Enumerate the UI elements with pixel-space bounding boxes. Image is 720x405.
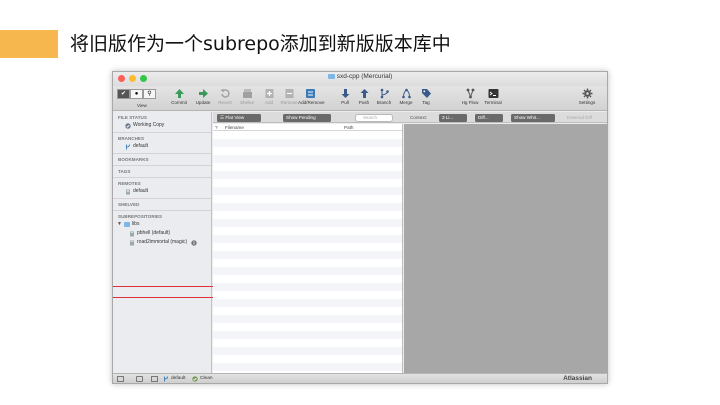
search-input[interactable]: Search: [355, 113, 393, 122]
toolbar-gear-button[interactable]: Settings: [575, 88, 599, 105]
view-toggle[interactable]: ✔ ● ⚲: [117, 89, 156, 99]
sourcetree-window: sxd-cpp (Mercurial) ✔ ● ⚲ View Commit Upd…: [112, 71, 608, 384]
sidebar-heading-branches: BRANCHES: [118, 136, 145, 141]
remove-icon: [285, 89, 293, 98]
context-label: Context:: [410, 114, 428, 120]
sidebar-heading-subrepositories: SUBREPOSITORIES: [118, 214, 163, 219]
sidebar-heading-shelved: SHELVED: [118, 202, 140, 207]
sidebar-item-subrepo-road2immortal[interactable]: road2immortal (magic): [113, 238, 211, 247]
sidebar-toggle-icon[interactable]: [117, 376, 124, 382]
whitespace-dropdown[interactable]: Show Whit...: [511, 113, 555, 122]
branch-icon: [164, 376, 168, 382]
folder-icon: [327, 74, 335, 79]
atlassian-logo: Atlassian: [563, 375, 592, 382]
repository-icon: [130, 231, 134, 236]
log-view-icon[interactable]: ●: [130, 89, 143, 99]
sidebar: FILE STATUS Working Copy BRANCHES defaul…: [113, 112, 220, 373]
check-circle-icon: [125, 122, 131, 129]
merge-icon: [401, 88, 411, 99]
toolbar-button-label: Commit: [171, 100, 187, 105]
hg-flow-icon: [466, 88, 474, 99]
toolbar-terminal-button[interactable]: Terminal: [481, 88, 505, 105]
filename-column-header[interactable]: Filename: [225, 124, 244, 131]
sidebar-item-branch-default[interactable]: default: [113, 142, 211, 151]
highlight-annotation: [113, 286, 220, 298]
toolbar-button-label: Shelve: [239, 100, 255, 105]
folder-icon: [123, 222, 130, 227]
file-list: ? Filename Path: [213, 124, 403, 373]
pull-icon: [341, 89, 349, 98]
status-clean: Clean: [200, 376, 213, 381]
tag-icon: [421, 89, 431, 98]
toolbar-button-label: Settings: [578, 100, 596, 105]
external-diff-button[interactable]: External Diff: [567, 114, 592, 122]
toolbar-button-label: Add/Remove: [298, 100, 325, 105]
toolbar-button-label: Revert: [218, 100, 232, 105]
status-branch: default: [171, 376, 186, 381]
title-accent-bar: [0, 30, 58, 58]
remote-icon: [126, 189, 130, 194]
diff-pane: [404, 124, 607, 373]
view-label: View: [137, 103, 147, 108]
status-bar: default Clean Atlassian: [113, 373, 607, 383]
context-dropdown[interactable]: 3 Li...: [439, 113, 467, 122]
diff-dropdown[interactable]: Diff...: [475, 113, 503, 122]
sidebar-heading-remotes: REMOTES: [118, 181, 141, 186]
repository-icon: [130, 240, 134, 245]
add-remove-icon: [305, 89, 315, 98]
toolbar-button-label: Terminal: [484, 100, 502, 105]
shelve-icon: [242, 89, 252, 98]
sidebar-heading-tags: TAGS: [118, 169, 131, 174]
sidebar-heading-file-status: FILE STATUS: [118, 115, 147, 120]
sort-column-header[interactable]: ?: [215, 124, 218, 131]
disclosure-triangle-icon[interactable]: ▼: [117, 220, 122, 229]
slide-title: 将旧版作为一个subrepo添加到新版版本库中: [70, 33, 451, 55]
terminal-icon[interactable]: [151, 376, 158, 382]
checkmark-icon[interactable]: ✔: [117, 89, 130, 99]
branch-icon: [126, 143, 130, 149]
toolbar-hg-flow-button[interactable]: Hg Flow: [458, 88, 482, 105]
toolbar-update-button[interactable]: Update: [191, 88, 215, 105]
toolbar-branch-button[interactable]: Branch: [372, 88, 396, 105]
archive-icon[interactable]: [136, 376, 143, 382]
add-icon: [265, 89, 273, 98]
toolbar-add-remove-button[interactable]: Add/Remove: [298, 88, 325, 105]
sidebar-item-working-copy[interactable]: Working Copy: [113, 121, 211, 130]
toolbar-button-label: Branch: [376, 100, 392, 105]
gear-icon: [582, 88, 592, 99]
sidebar-item-remote-default[interactable]: default: [113, 187, 211, 196]
filter-bar: ☰ Flat View Show Pending Search Context:…: [213, 112, 607, 123]
file-list-rows: [213, 131, 402, 373]
toolbar-tag-button[interactable]: Tag: [414, 88, 438, 105]
sidebar-heading-bookmarks: BOOKMARKS: [118, 157, 149, 162]
toolbar-shelve-button[interactable]: Shelve: [235, 88, 259, 105]
update-icon: [198, 89, 208, 98]
toolbar-revert-button[interactable]: Revert: [213, 88, 237, 105]
branch-icon: [380, 88, 389, 99]
info-badge-icon[interactable]: [191, 239, 197, 246]
toolbar-button-label: Update: [195, 100, 211, 105]
commit-icon: [174, 89, 184, 98]
terminal-icon: [488, 89, 498, 98]
path-column-header[interactable]: Path: [344, 124, 353, 131]
toolbar-button-label: Hg Flow: [461, 100, 479, 105]
clean-status-icon: [192, 376, 198, 382]
push-icon: [360, 89, 368, 98]
flat-view-dropdown[interactable]: ☰ Flat View: [217, 113, 261, 122]
sidebar-item-subrepo-pbhell[interactable]: pbhell (default): [113, 229, 211, 238]
window-title: sxd-cpp (Mercurial): [113, 73, 607, 80]
sidebar-item-libs-folder[interactable]: ▼ libs: [113, 220, 211, 229]
toolbar-commit-button[interactable]: Commit: [167, 88, 191, 105]
toolbar: ✔ ● ⚲ View Commit Update Revert Shelve Add Re…: [113, 86, 607, 111]
toolbar-button-label: Tag: [422, 100, 430, 105]
window-titlebar: sxd-cpp (Mercurial): [113, 72, 607, 86]
file-list-header: ? Filename Path: [213, 124, 402, 131]
search-icon[interactable]: ⚲: [143, 89, 156, 99]
revert-icon: [220, 89, 230, 98]
show-pending-dropdown[interactable]: Show Pending: [283, 113, 331, 122]
